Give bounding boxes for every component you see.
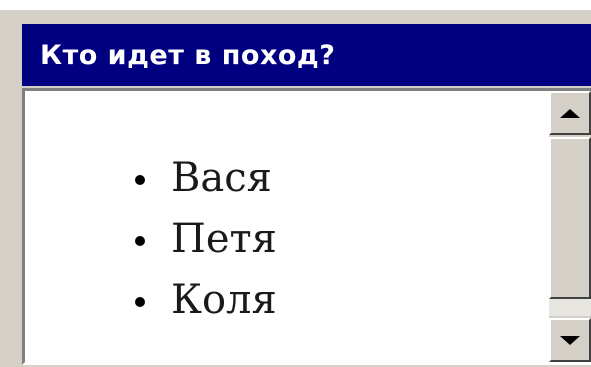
top-strip	[0, 0, 591, 10]
list-panel: Вася Петя Коля	[22, 88, 591, 365]
scroll-track[interactable]	[549, 299, 591, 316]
scroll-thumb[interactable]	[549, 137, 591, 299]
list-item: Коля	[135, 269, 277, 330]
list-item: Вася	[135, 147, 277, 208]
bullet-icon	[135, 296, 145, 307]
scroll-up-button[interactable]	[549, 91, 591, 135]
title-bar: Кто идет в поход?	[22, 24, 591, 86]
screenshot-frame: Кто идет в поход? Вася Петя Коля	[0, 0, 591, 367]
arrow-up-icon	[560, 108, 580, 118]
bullet-icon	[135, 235, 145, 246]
scroll-down-button[interactable]	[549, 318, 591, 362]
list-item: Петя	[135, 208, 277, 269]
bullet-icon	[135, 174, 145, 185]
arrow-down-icon	[560, 335, 580, 345]
list-window: Кто идет в поход? Вася Петя Коля	[18, 10, 591, 367]
list-area: Вася Петя Коля	[25, 91, 549, 362]
bullet-list: Вася Петя Коля	[135, 147, 277, 330]
list-item-label: Коля	[171, 276, 277, 323]
window-title: Кто идет в поход?	[40, 39, 336, 71]
list-item-label: Петя	[171, 215, 277, 262]
list-item-label: Вася	[171, 154, 272, 201]
vertical-scrollbar[interactable]	[549, 91, 591, 362]
